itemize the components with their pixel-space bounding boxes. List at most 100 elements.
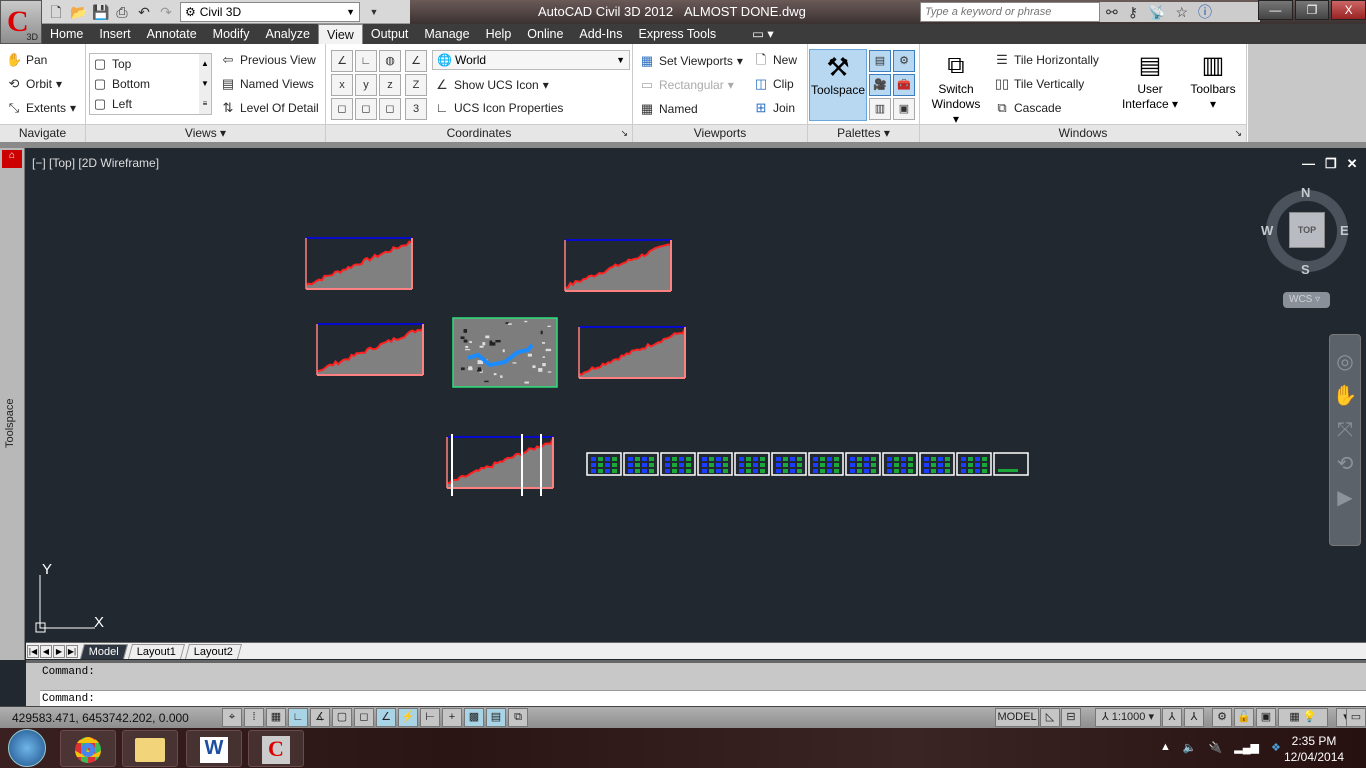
show-hidden-icons[interactable]: ▲	[1160, 741, 1171, 754]
workspace-dropdown[interactable]: ⚙ Civil 3D ▼	[180, 1, 360, 22]
orbit-icon[interactable]: ⟲	[1330, 447, 1360, 481]
ucs-icon-properties-button[interactable]: ∟ UCS Icon Properties	[434, 100, 564, 116]
key-icon[interactable]: ⚷	[1128, 4, 1138, 21]
minimize-icon[interactable]: —	[1302, 156, 1315, 172]
tab-output[interactable]: Output	[363, 24, 417, 44]
help-icon[interactable]: ⓘ	[1198, 2, 1212, 22]
panel-title[interactable]: Palettes ▾	[808, 124, 919, 142]
view-left[interactable]: ▢ Left	[92, 96, 132, 112]
coordinate-readout[interactable]: 429583.471, 6453742.202, 0.000	[12, 711, 189, 725]
save-icon[interactable]: 💾	[92, 4, 109, 20]
3d-osnap-icon[interactable]: ◻	[354, 708, 374, 727]
dynamic-input-icon[interactable]: ⊢	[420, 708, 440, 727]
cascade-button[interactable]: ⧉ Cascade	[994, 100, 1061, 116]
properties-palette-icon[interactable]: ▤	[869, 50, 891, 72]
tab-view[interactable]: View	[317, 24, 363, 44]
restore-icon[interactable]: ❐	[1325, 156, 1337, 172]
tab-manage[interactable]: Manage	[416, 24, 477, 44]
user-interface-button[interactable]: ▤ User Interface ▾	[1120, 50, 1180, 112]
tile-horizontally-button[interactable]: ☰ Tile Horizontally	[994, 52, 1099, 68]
ucs-icon[interactable]: ∠	[331, 50, 353, 72]
tab-model[interactable]: Model	[79, 643, 128, 659]
ucs-face-icon[interactable]: ◻	[379, 98, 401, 120]
toolspace-button[interactable]: ⚒ Toolspace	[809, 49, 867, 121]
annotation-scale-dropdown[interactable]: ⅄ 1:1000 ▾	[1095, 708, 1161, 727]
compass-west[interactable]: W	[1261, 223, 1273, 238]
showmotion-icon[interactable]: ▶	[1330, 481, 1360, 515]
snap-mode-icon[interactable]: ⁞	[244, 708, 264, 727]
wcs-menu[interactable]: WCS ▿	[1283, 292, 1330, 308]
minimize-button[interactable]: —	[1258, 0, 1293, 20]
power-icon[interactable]: 🔌	[1209, 741, 1223, 754]
toolbars-button[interactable]: ▥ Toolbars ▾	[1184, 50, 1242, 112]
toolbox-icon[interactable]: 🧰	[893, 74, 915, 96]
design-center-icon[interactable]: ▣	[893, 98, 915, 120]
binoculars-icon[interactable]: ⚯	[1106, 4, 1118, 21]
osnap-icon[interactable]: ▢	[332, 708, 352, 727]
workspace-switching-icon[interactable]: ⚙	[1212, 708, 1232, 727]
tab-analyze[interactable]: Analyze	[257, 24, 317, 44]
ucs-world-icon[interactable]: ◍	[379, 50, 401, 72]
compass-north[interactable]: N	[1301, 185, 1310, 200]
lock-icon[interactable]: 🔓	[1234, 708, 1254, 727]
undo-icon[interactable]: ↶	[136, 4, 152, 20]
tab-express-tools[interactable]: Express Tools	[631, 24, 725, 44]
quick-view-drawings-icon[interactable]: ⊟	[1061, 708, 1081, 727]
palette-header-icon[interactable]: ⌂	[2, 150, 22, 168]
lineweight-icon[interactable]: +	[442, 708, 462, 727]
clean-screen-icon[interactable]: ▭	[1346, 708, 1366, 727]
tab-modify[interactable]: Modify	[205, 24, 258, 44]
previous-view-button[interactable]: ⇦ Previous View	[220, 52, 316, 68]
auto-scale-icon[interactable]: ⅄	[1184, 708, 1204, 727]
pan-icon[interactable]: ✋	[1330, 379, 1360, 413]
prev-tab-icon[interactable]: ◀	[40, 644, 52, 658]
dialog-launcher-icon[interactable]: ↘	[620, 125, 628, 142]
rotate-y-icon[interactable]: y	[355, 74, 377, 96]
drawing-canvas[interactable]: YX	[26, 148, 1366, 642]
show-ucs-icon-button[interactable]: ∠ Show UCS Icon ▾	[434, 77, 549, 93]
next-tab-icon[interactable]: ▶	[53, 644, 65, 658]
restore-button[interactable]: ❐	[1294, 0, 1330, 20]
viewport-controls-label[interactable]: [−] [Top] [2D Wireframe]	[32, 156, 159, 170]
annotation-visibility-icon[interactable]: ⅄	[1162, 708, 1182, 727]
model-space-button[interactable]: MODEL	[995, 708, 1039, 727]
view-bottom[interactable]: ▢ Bottom	[92, 76, 150, 92]
calculator-icon[interactable]: ▥	[869, 98, 891, 120]
dialog-launcher-icon[interactable]: ↘	[1234, 125, 1242, 142]
star-icon[interactable]: ☆	[1175, 4, 1188, 21]
application-menu-button[interactable]: C 3D	[0, 0, 42, 44]
polar-icon[interactable]: ∡	[310, 708, 330, 727]
selection-cycling-icon[interactable]: ⧉	[508, 708, 528, 727]
tab-add-ins[interactable]: Add-Ins	[571, 24, 630, 44]
compass-south[interactable]: S	[1301, 262, 1310, 277]
explorer-taskbar-button[interactable]	[122, 730, 178, 767]
rotate-x-icon[interactable]: x	[331, 74, 353, 96]
ucs-view-icon[interactable]: ◻	[331, 98, 353, 120]
start-button[interactable]	[8, 729, 46, 767]
infer-constraints-icon[interactable]: ⌖	[222, 708, 242, 727]
command-input[interactable]: Command:	[40, 690, 1366, 706]
dropbox-icon[interactable]: ❖	[1271, 741, 1281, 754]
join-button[interactable]: ⊞ Join	[753, 100, 795, 116]
pan-button[interactable]: ✋ Pan	[6, 52, 47, 68]
viewcube-top-face[interactable]: TOP	[1289, 212, 1325, 248]
switch-windows-button[interactable]: ⧉ Switch Windows ▾	[928, 50, 984, 127]
ucs-dropdown[interactable]: 🌐 World ▼	[432, 50, 630, 70]
quick-view-layouts-icon[interactable]: ◺	[1040, 708, 1060, 727]
print-icon[interactable]: ⎙	[114, 4, 130, 20]
view-top[interactable]: ▢ Top	[92, 56, 132, 72]
zoom-icon[interactable]: ⤧	[1330, 413, 1360, 447]
first-tab-icon[interactable]: |◀	[27, 644, 39, 658]
new-viewport-button[interactable]: 🗋 New	[753, 52, 797, 68]
customize-qat-icon[interactable]: ▼	[366, 4, 382, 20]
tile-vertically-button[interactable]: ▯▯ Tile Vertically	[994, 76, 1084, 92]
autocad-taskbar-button[interactable]: C	[248, 730, 304, 767]
redo-icon[interactable]: ↷	[158, 4, 174, 20]
compass-east[interactable]: E	[1340, 223, 1349, 238]
close-button[interactable]: X	[1331, 0, 1366, 20]
rotate-z-icon[interactable]: z	[379, 74, 401, 96]
camera-icon[interactable]: 🎥	[869, 74, 891, 96]
ortho-icon[interactable]: ∟	[288, 708, 308, 727]
close-icon[interactable]: ✕	[1347, 156, 1358, 172]
named-ucs-icon[interactable]: ∟	[355, 50, 377, 72]
